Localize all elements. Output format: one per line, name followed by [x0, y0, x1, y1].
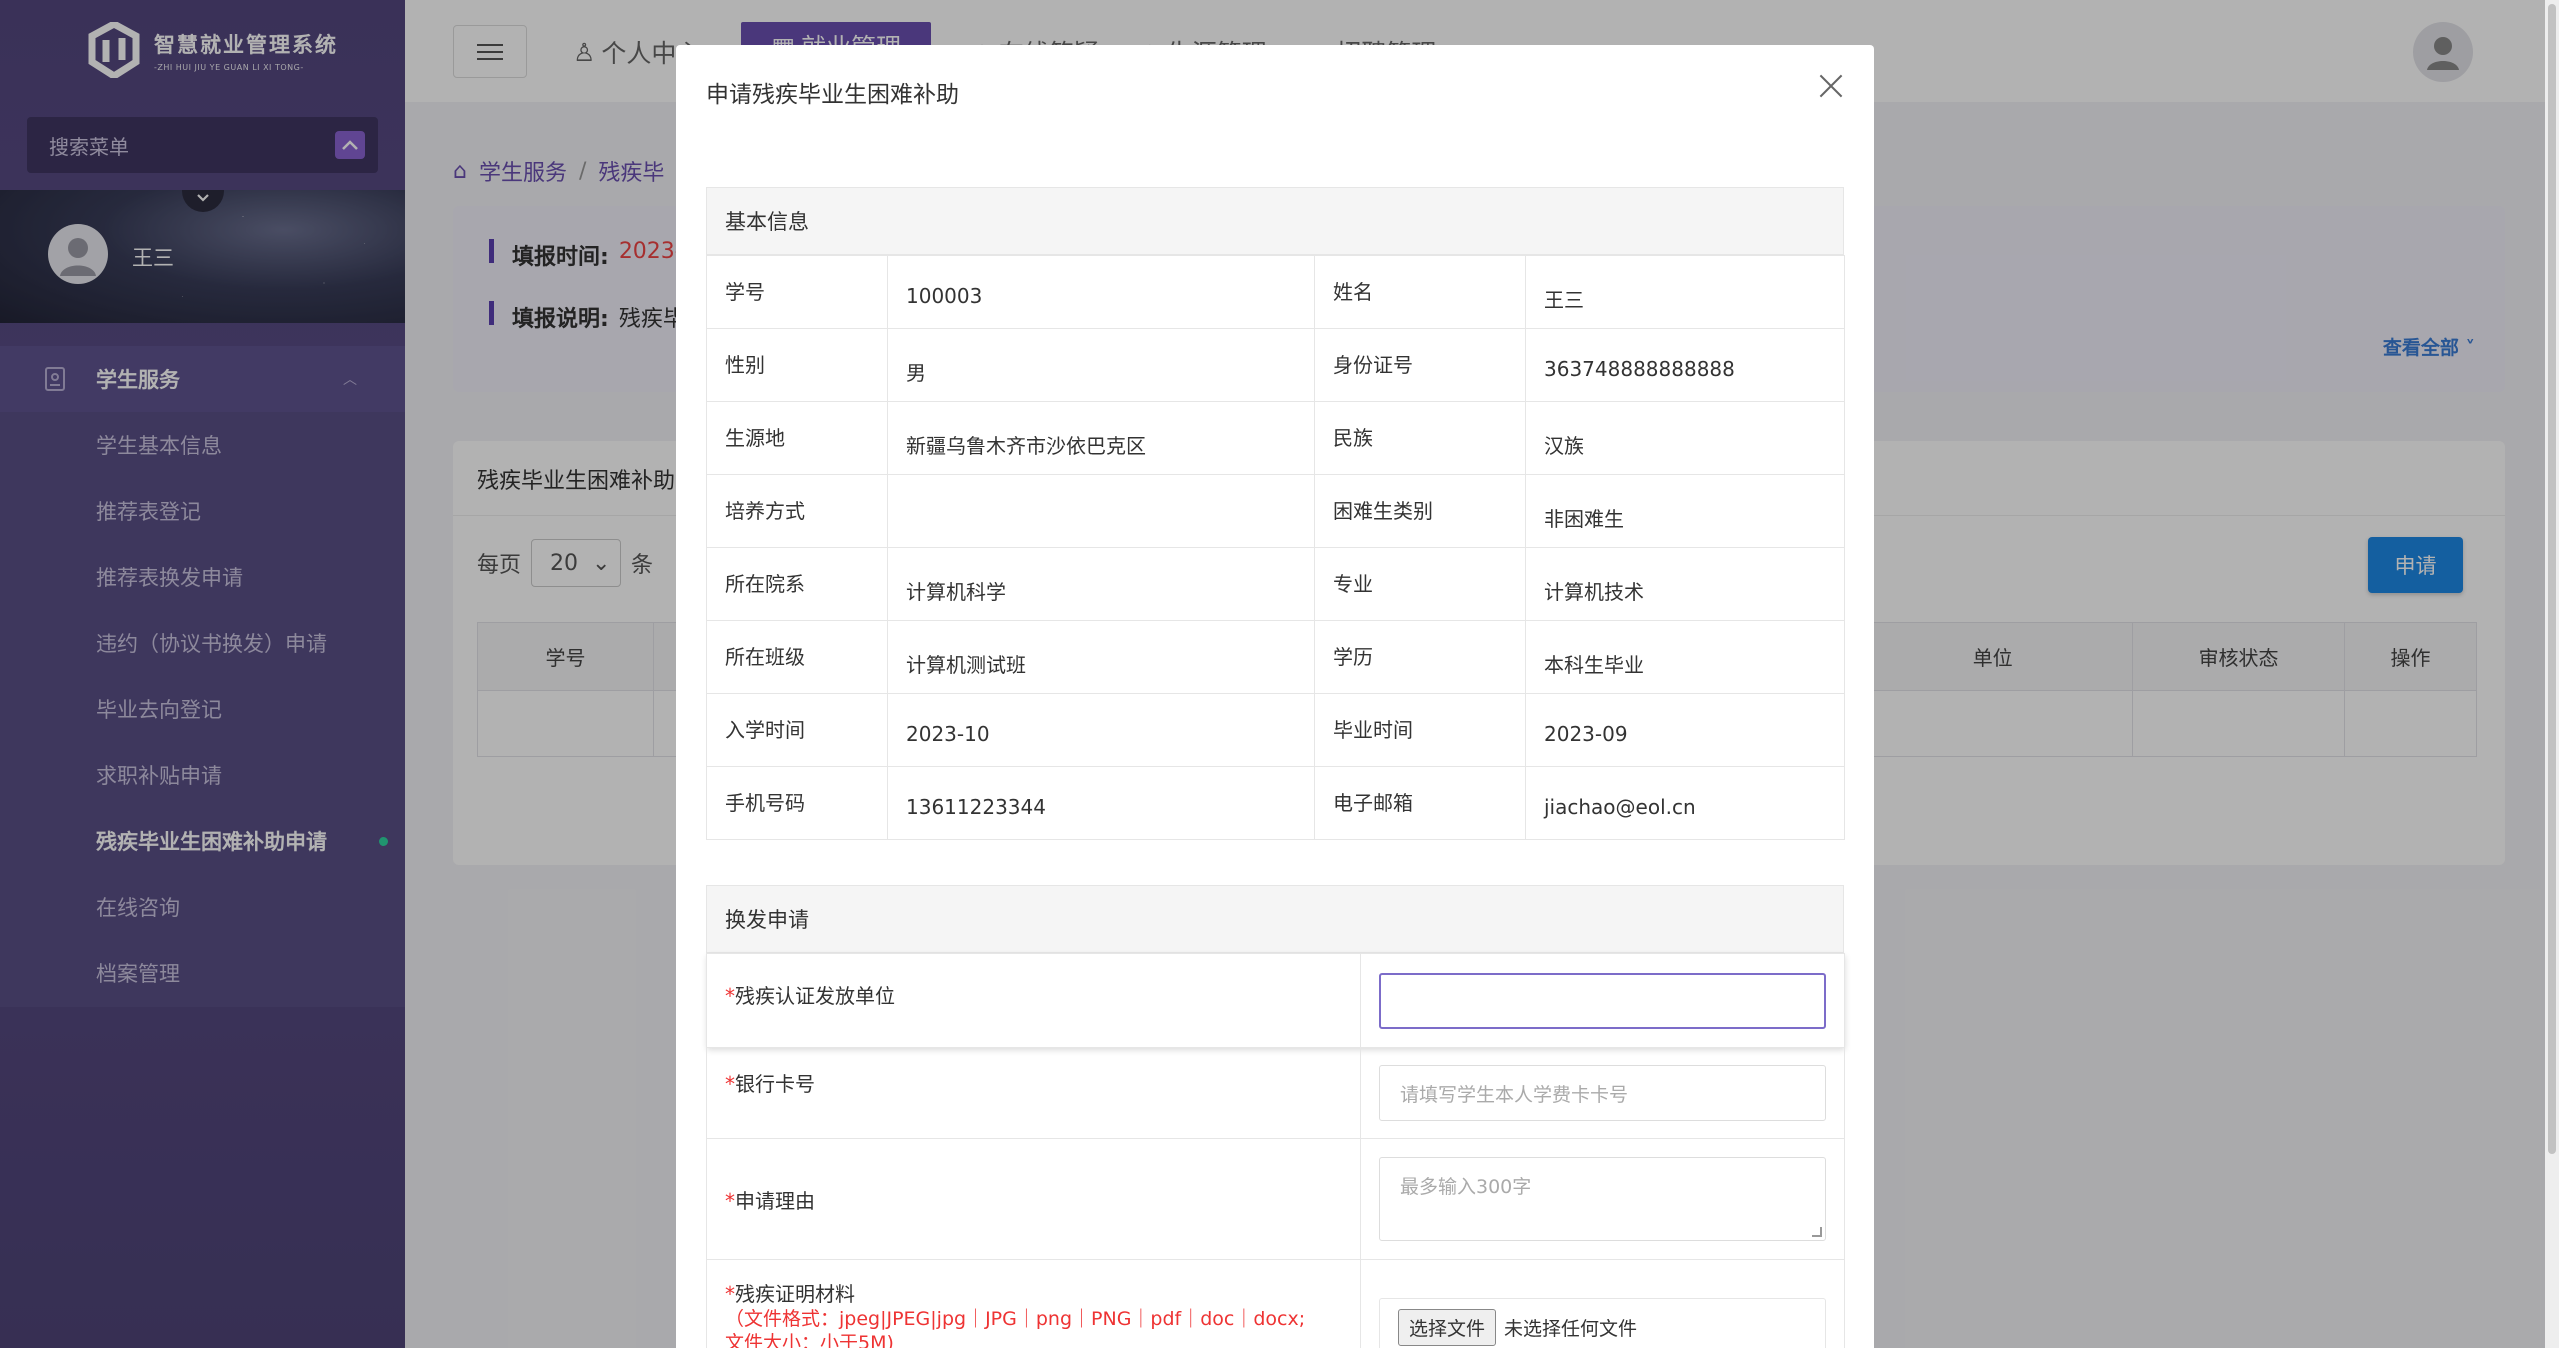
- basic-info-header: 基本信息: [706, 187, 1844, 255]
- form-row-reason: *申请理由 最多输入300字: [706, 1138, 1845, 1260]
- proof-file-input[interactable]: 选择文件 未选择任何文件: [1379, 1298, 1826, 1348]
- close-icon[interactable]: [1818, 73, 1844, 99]
- info-key: 学历: [1314, 620, 1526, 694]
- reason-label: *申请理由: [706, 1138, 1361, 1260]
- info-key: 手机号码: [706, 766, 888, 840]
- info-key: 生源地: [706, 401, 888, 475]
- apply-section-header: 换发申请: [706, 885, 1844, 953]
- info-value: 100003: [887, 255, 1315, 329]
- modal-title: 申请残疾毕业生困难补助: [706, 82, 959, 108]
- info-key: 培养方式: [706, 474, 888, 548]
- info-value: [887, 474, 1315, 548]
- table-row: 培养方式 困难生类别 非困难生: [706, 474, 1845, 548]
- info-value: 2023-09: [1525, 693, 1845, 767]
- table-row: 手机号码 13611223344 电子邮箱 jiachao@eol.cn: [706, 766, 1845, 840]
- basic-info-table: 学号 100003 姓名 王三 性别男身份证号 363748888888888 生源地 新疆乌…: [706, 255, 1845, 840]
- info-key: 民族: [1314, 401, 1526, 475]
- info-value: 本科生毕业: [1525, 620, 1845, 694]
- basic-info-section: 基本信息 学号 100003 姓名 王三 性别男身份证号 363748888888888 生…: [706, 187, 1845, 840]
- file-status: 未选择任何文件: [1504, 1317, 1638, 1340]
- proof-format-hint: （文件格式：jpeg|JPEG|jpg｜JPG｜png｜PNG｜pdf｜doc｜…: [725, 1308, 1306, 1330]
- info-key: 电子邮箱: [1314, 766, 1526, 840]
- apply-section: 换发申请 *残疾认证发放单位 *银行卡号 请填写学生本人学费卡卡号 *申请理由 …: [706, 885, 1845, 1348]
- info-value: 男: [887, 328, 1315, 402]
- form-row-unit: *残疾认证发放单位: [706, 953, 1845, 1048]
- info-value: jiachao@eol.cn: [1525, 766, 1845, 840]
- table-row: 生源地 新疆乌鲁木齐市沙依巴克区 民族 汉族: [706, 401, 1845, 475]
- form-row-bank: *银行卡号 请填写学生本人学费卡卡号: [706, 1047, 1845, 1139]
- info-value: 王三: [1525, 255, 1845, 329]
- info-value: 计算机测试班: [887, 620, 1315, 694]
- info-key: 所在院系: [706, 547, 888, 621]
- info-key: 学号: [706, 255, 888, 329]
- reason-textarea[interactable]: 最多输入300字: [1379, 1157, 1826, 1241]
- info-value: 计算机技术: [1525, 547, 1845, 621]
- unit-label: *残疾认证发放单位: [706, 953, 1361, 1048]
- info-value: 计算机科学: [887, 547, 1315, 621]
- info-key: 困难生类别: [1314, 474, 1526, 548]
- info-value: 非困难生: [1525, 474, 1845, 548]
- info-key: 姓名: [1314, 255, 1526, 329]
- info-value: 新疆乌鲁木齐市沙依巴克区: [887, 401, 1315, 475]
- bank-card-input[interactable]: 请填写学生本人学费卡卡号: [1379, 1065, 1826, 1121]
- info-key: 所在班级: [706, 620, 888, 694]
- table-row: 所在班级 计算机测试班 学历 本科生毕业: [706, 620, 1845, 694]
- form-row-proof: *残疾证明材料 （文件格式：jpeg|JPEG|jpg｜JPG｜png｜PNG｜…: [706, 1259, 1845, 1348]
- info-value: 汉族: [1525, 401, 1845, 475]
- choose-file-button[interactable]: 选择文件: [1398, 1308, 1497, 1346]
- proof-size-hint: 文件大小：小于5M): [725, 1332, 894, 1348]
- info-value: 13611223344: [887, 766, 1315, 840]
- info-value: 363748888888888: [1525, 328, 1845, 402]
- disability-cert-unit-input[interactable]: [1379, 972, 1826, 1029]
- apply-form: *残疾认证发放单位 *银行卡号 请填写学生本人学费卡卡号 *申请理由 最多输入3…: [706, 953, 1845, 1348]
- info-key: 性别: [706, 328, 888, 402]
- page-scrollbar[interactable]: [2545, 0, 2559, 1348]
- proof-label-cell: *残疾证明材料 （文件格式：jpeg|JPEG|jpg｜JPG｜png｜PNG｜…: [706, 1259, 1361, 1348]
- table-row: 入学时间 2023-10 毕业时间 2023-09: [706, 693, 1845, 767]
- apply-modal: 申请残疾毕业生困难补助 基本信息 学号 100003 姓名 王三 性别男身份证号 3637…: [676, 45, 1874, 1348]
- info-key: 毕业时间: [1314, 693, 1526, 767]
- table-row: 性别男身份证号 363748888888888: [706, 328, 1845, 402]
- info-key: 专业: [1314, 547, 1526, 621]
- bank-label: *银行卡号: [706, 1047, 1361, 1139]
- info-key: 入学时间: [706, 693, 888, 767]
- info-value: 2023-10: [887, 693, 1315, 767]
- table-row: 所在院系 计算机科学 专业 计算机技术: [706, 547, 1845, 621]
- proof-label: 残疾证明材料: [735, 1282, 855, 1306]
- table-row: 学号 100003 姓名 王三: [706, 255, 1845, 329]
- info-key: 身份证号: [1314, 328, 1526, 402]
